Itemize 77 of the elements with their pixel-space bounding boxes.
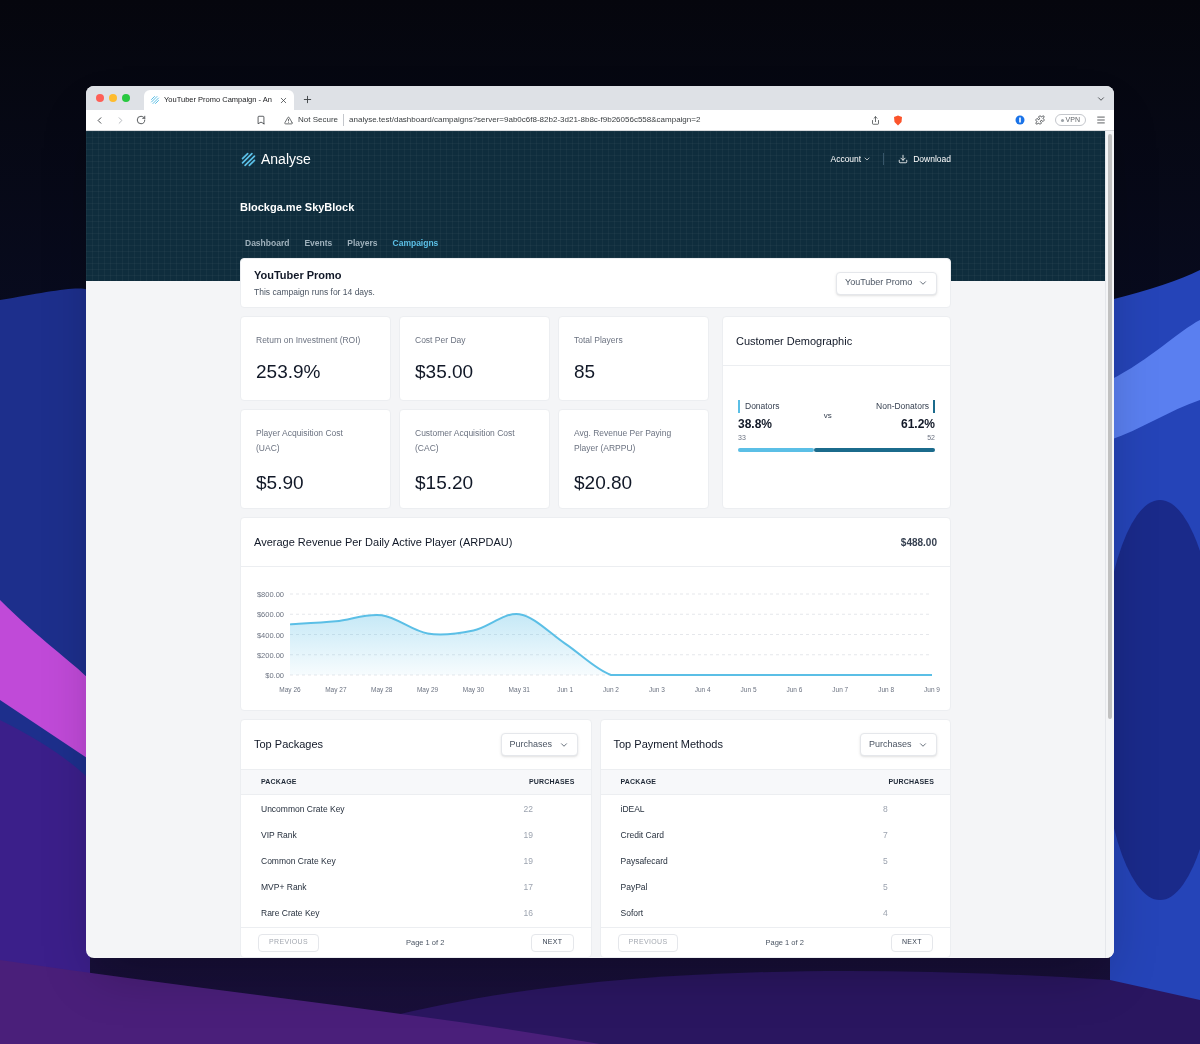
nav-tab[interactable]: Dashboard [245, 236, 290, 250]
download-icon [898, 154, 909, 164]
table-cell-text: 19 [523, 854, 534, 868]
password-manager-icon[interactable] [1014, 115, 1025, 125]
bookmark-icon[interactable] [256, 115, 266, 125]
table-cell-text: Uncommon Crate Key [261, 802, 346, 816]
group-label: Non-Donators [876, 400, 935, 413]
table-cell-text: 7 [883, 828, 889, 842]
vs-label: vs [823, 410, 832, 422]
stat-label: Player Acquisition Cost (UAC) [256, 427, 344, 455]
table-cell-text: PayPal [620, 880, 649, 894]
stat-value: 253.9% [256, 360, 322, 384]
scrollbar[interactable] [1105, 131, 1114, 958]
nav-tab[interactable]: Campaigns [392, 236, 439, 250]
security-label: Not Secure [298, 114, 345, 126]
stat-label: Avg. Revenue Per Paying Player (ARPPU) [574, 427, 673, 455]
url-field[interactable]: Not Secure analyse.test/dashboard/campaigns?server=9ab0c6f8-82b2-3d21-8b8c-f9b26056c558&campaign=2 [276, 111, 911, 129]
nav-tab[interactable]: Events [304, 236, 333, 250]
url-text: analyse.test/dashboard/campaigns?server=9ab0c6f8-82b2-3d21-8b8c-f9b26056c558&campaign=2 [349, 114, 702, 126]
chevron-down-icon [918, 278, 928, 288]
account-menu[interactable]: Account [830, 152, 885, 166]
nav-tab[interactable]: Players [347, 236, 378, 250]
logo-icon [240, 150, 257, 168]
table-cell-text: 4 [883, 906, 889, 920]
card-title: Customer Demographic [736, 333, 853, 349]
table-cell-text: 19 [523, 828, 534, 842]
table-cell-text: Credit Card [620, 828, 665, 842]
campaign-title: YouTuber Promo [254, 268, 343, 284]
table-cell-text: MVP+ Rank [261, 880, 308, 894]
logo-text[interactable]: Analyse [261, 148, 311, 170]
card-title: Top Payment Methods [613, 737, 723, 753]
card-title: Top Packages [254, 737, 324, 753]
table-cell-text: Rare Crate Key [261, 906, 321, 920]
group-percent: 38.8% [738, 415, 773, 433]
chevron-down-icon [863, 155, 872, 163]
table-cell-text: Paysafecard [620, 854, 669, 868]
chevron-down-icon[interactable] [1096, 94, 1106, 104]
logo-icon [150, 95, 160, 105]
download-button[interactable]: Download [884, 152, 951, 166]
puzzle-icon[interactable] [1034, 115, 1045, 125]
table-cell-text: Common Crate Key [261, 854, 337, 868]
total-value: $488.00 [900, 535, 937, 550]
table-cell-text: 16 [523, 906, 534, 920]
shield-icon[interactable] [893, 114, 903, 126]
new-tab-icon[interactable] [302, 94, 313, 105]
table-cell-text: 22 [523, 802, 534, 816]
reload-icon[interactable] [136, 115, 146, 125]
stat-value: $35.00 [415, 360, 475, 384]
maximize-window-icon[interactable] [122, 94, 130, 102]
table-cell-text: iDEAL [620, 802, 646, 816]
campaign-subtitle: This campaign runs for 14 days. [254, 285, 375, 299]
dropdown-select[interactable]: Purchases [500, 733, 578, 756]
share-icon[interactable] [871, 115, 880, 125]
table-cell-text: 8 [883, 802, 889, 816]
warning-icon [284, 115, 293, 125]
stat-label: Customer Acquisition Cost (CAC) [415, 427, 516, 455]
stat-value: $20.80 [574, 471, 634, 495]
table-cell-text: VIP Rank [261, 828, 298, 842]
dropdown-select[interactable]: YouTuber Promo [836, 271, 937, 295]
stat-label: Cost Per Day [415, 334, 467, 347]
stat-value: $15.20 [415, 471, 475, 495]
group-percent: 61.2% [900, 415, 935, 433]
stat-value: $5.90 [256, 471, 305, 495]
close-window-icon[interactable] [96, 94, 104, 102]
menu-icon[interactable] [1096, 115, 1106, 125]
stat-label: Total Players [574, 334, 624, 347]
table-cell-text: 17 [523, 880, 534, 894]
table-cell-text: 5 [883, 854, 889, 868]
group-label: Donators [738, 400, 780, 413]
project-title: Blockga.me SkyBlock [240, 200, 356, 215]
close-icon[interactable] [279, 95, 288, 105]
stat-value: 85 [574, 360, 597, 384]
card-title: Average Revenue Per Daily Active Player (ARPDAU) [254, 534, 513, 550]
stat-label: Return on Investment (ROI) [256, 334, 362, 347]
dropdown-select[interactable]: Purchases [860, 733, 937, 756]
table-cell-text: 5 [883, 880, 889, 894]
table-cell-text: Sofort [620, 906, 645, 920]
